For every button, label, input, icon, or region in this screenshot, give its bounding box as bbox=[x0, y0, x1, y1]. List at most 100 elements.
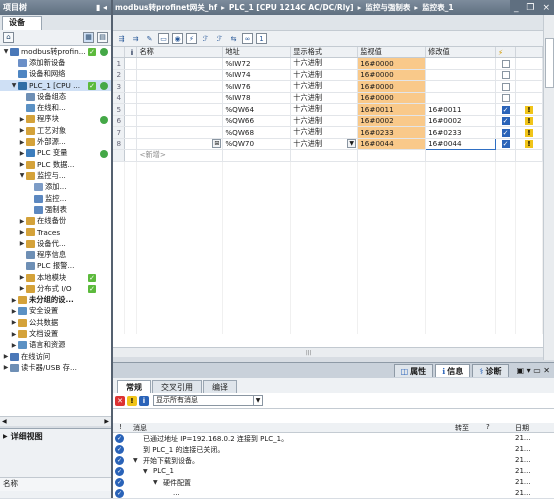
modify-checkbox[interactable] bbox=[501, 82, 510, 91]
modify-checkbox[interactable] bbox=[501, 94, 510, 103]
format-cell[interactable]: 十六进制 bbox=[290, 92, 359, 104]
format-cell[interactable]: 十六进制 bbox=[290, 126, 359, 139]
tree-item[interactable]: ▶ 公共数据 bbox=[0, 317, 111, 328]
table-view-icon[interactable]: ▦ bbox=[83, 32, 94, 43]
modify-value-cell[interactable] bbox=[425, 57, 497, 70]
new-row[interactable]: <新增> bbox=[113, 149, 543, 162]
pin-icon[interactable]: ▮ ◂ bbox=[96, 3, 107, 12]
modify-checkbox[interactable] bbox=[501, 71, 510, 80]
expand-right-icon[interactable]: ▶ bbox=[18, 161, 26, 168]
format-cell[interactable]: 十六进制 ▼ bbox=[290, 138, 359, 150]
modify-value-cell[interactable] bbox=[425, 69, 497, 81]
subtab-compile[interactable]: 编译 bbox=[203, 380, 237, 393]
tree-item[interactable]: ▶ 安全设置 bbox=[0, 306, 111, 317]
chevron-right-icon[interactable]: ▶ bbox=[3, 433, 8, 440]
modify-checkbox[interactable]: ✓ bbox=[501, 140, 510, 149]
tree-item[interactable]: ▶ 语言和资源 bbox=[0, 340, 111, 351]
breadcrumb-table[interactable]: 监控表_1 bbox=[422, 2, 453, 13]
expand-right-icon[interactable]: ▶ bbox=[10, 331, 18, 338]
format-cell[interactable]: 十六进制 bbox=[290, 80, 359, 93]
tab-properties[interactable]: ◫ 属性 bbox=[393, 364, 434, 377]
address-cell[interactable]: %IW72 bbox=[222, 57, 292, 70]
modify-checkbox[interactable] bbox=[501, 59, 510, 68]
home-icon[interactable]: ⌂ bbox=[3, 32, 14, 43]
scroll-left-icon[interactable]: ◀ bbox=[2, 418, 7, 425]
address-cell[interactable]: %IW74 bbox=[222, 69, 292, 81]
expand-right-icon[interactable]: ▶ bbox=[10, 319, 18, 326]
message-row[interactable]: ✓ ▼ 开始下载到设备。 21... bbox=[113, 455, 554, 466]
tree-item[interactable]: ▼ 监控与... bbox=[0, 170, 111, 181]
expand-right-icon[interactable]: ▶ bbox=[18, 139, 26, 146]
table-row[interactable]: 5 %QW64 十六进制 16#0011 16#0011 ✓! bbox=[113, 103, 543, 116]
name-cell[interactable] bbox=[136, 80, 224, 93]
subtab-general[interactable]: 常规 bbox=[117, 380, 151, 393]
tree-item[interactable]: 强制表 bbox=[0, 204, 111, 215]
scroll-right-icon[interactable]: ▶ bbox=[104, 418, 109, 425]
table-row[interactable]: 8 ⊞ %QW70 十六进制 ▼ 16#0044 16#0044 ✓! bbox=[113, 137, 543, 150]
tree-item[interactable]: ▶ 本地模块 ✓ bbox=[0, 272, 111, 283]
format-cell[interactable]: 十六进制 bbox=[290, 57, 359, 70]
modify-checkbox-cell[interactable] bbox=[495, 92, 516, 104]
chevron-down-icon[interactable]: ▼ bbox=[347, 138, 357, 148]
expand-right-icon[interactable]: ▶ bbox=[18, 218, 26, 225]
expand-right-icon[interactable]: ▶ bbox=[2, 353, 10, 360]
monitor-once-icon[interactable]: 1 bbox=[256, 33, 267, 44]
expand-right-icon[interactable]: ▶ bbox=[18, 285, 26, 292]
tree-item[interactable]: 设备组态 bbox=[0, 91, 111, 102]
address-cell[interactable]: %QW70 bbox=[222, 138, 292, 150]
expand-down-icon[interactable]: ▼ bbox=[2, 48, 10, 55]
warning-filter-icon[interactable]: ! bbox=[127, 395, 137, 406]
tab-devices[interactable]: 设备 bbox=[2, 16, 42, 30]
message-column-header[interactable]: 消息 bbox=[133, 423, 147, 433]
modify-checkbox[interactable]: ✓ bbox=[501, 128, 510, 137]
tab-diagnostics[interactable]: ⚕ 诊断 bbox=[472, 364, 509, 377]
table-row[interactable]: 4 %IW78 十六进制 16#0000 bbox=[113, 92, 543, 104]
format-cell[interactable]: 十六进制 bbox=[290, 69, 359, 81]
table-row[interactable]: 3 %IW76 十六进制 16#0000 bbox=[113, 80, 543, 93]
insert-row-icon[interactable]: ⇶ bbox=[116, 33, 127, 44]
expand-down-icon[interactable]: ▼ bbox=[133, 457, 138, 464]
table-row[interactable]: 1 %IW72 十六进制 16#0000 bbox=[113, 57, 543, 70]
tree-horizontal-scrollbar[interactable]: ◀ ▶ bbox=[0, 416, 111, 426]
modify-value-cell[interactable] bbox=[425, 92, 497, 104]
table-row[interactable]: 2 %IW74 十六进制 16#0000 bbox=[113, 69, 543, 81]
address-cell[interactable]: %QW64 bbox=[222, 103, 292, 116]
expand-down-icon[interactable]: ▼ bbox=[143, 468, 148, 475]
message-row[interactable]: ✓ 已通过地址 IP=192.168.0.2 连接到 PLC_1。 21... bbox=[113, 433, 554, 444]
modify-checkbox-cell[interactable] bbox=[495, 69, 516, 81]
tree-item[interactable]: ▶ 外部源... bbox=[0, 136, 111, 147]
error-filter-icon[interactable]: ✕ bbox=[115, 395, 125, 406]
table-row[interactable]: 7 %QW68 十六进制 16#0233 16#0233 ✓! bbox=[113, 126, 543, 139]
modify-checkbox-cell[interactable]: ✓ bbox=[495, 115, 516, 127]
modify-value-cell[interactable]: 16#0011 bbox=[425, 103, 497, 116]
breadcrumb-folder[interactable]: 监控与强制表 bbox=[365, 2, 410, 13]
expand-right-icon[interactable]: ▶ bbox=[18, 229, 26, 236]
tree-item[interactable]: ▶ 工艺对象 bbox=[0, 125, 111, 136]
grid-view-icon[interactable]: ▤ bbox=[97, 32, 108, 43]
breadcrumb-project[interactable]: modbus转profinet网关_hf bbox=[115, 2, 217, 13]
monitor-icon[interactable]: ◉ bbox=[172, 33, 183, 44]
modify-value-cell[interactable] bbox=[425, 80, 497, 93]
date-column-header[interactable]: 日期 bbox=[515, 423, 529, 433]
expand-right-icon[interactable]: ▶ bbox=[18, 116, 26, 123]
tree-item[interactable]: ▼ PLC_1 [CPU ... ✓ bbox=[0, 79, 111, 92]
modify-checkbox-cell[interactable]: ✓ bbox=[495, 138, 516, 150]
tree-item[interactable]: PLC 报警... bbox=[0, 261, 111, 272]
address-cell[interactable]: %IW76 bbox=[222, 80, 292, 93]
expand-down-icon[interactable]: ▼ bbox=[10, 82, 18, 89]
stop-force-icon[interactable]: ℱ bbox=[214, 33, 225, 44]
address-cell[interactable]: %QW68 bbox=[222, 126, 292, 139]
tree-item[interactable]: ▶ 在线备份 bbox=[0, 215, 111, 226]
force-icon[interactable]: ℱ bbox=[200, 33, 211, 44]
message-row[interactable]: ✓ ▼ PLC_1 21... bbox=[113, 466, 554, 477]
expand-right-icon[interactable]: ▶ bbox=[2, 364, 10, 371]
modify-checkbox-cell[interactable] bbox=[495, 57, 516, 70]
close-icon[interactable]: × bbox=[542, 3, 550, 13]
message-row[interactable]: ✓... 21... bbox=[113, 488, 554, 499]
tree-item[interactable]: ▼ modbus转profin... ✓ bbox=[0, 46, 111, 57]
task-card-tab[interactable] bbox=[545, 38, 554, 88]
tree-item[interactable]: 程序信息 bbox=[0, 249, 111, 260]
format-cell[interactable]: 十六进制 bbox=[290, 103, 359, 116]
tab-info[interactable]: ℹ 信息 bbox=[435, 364, 471, 377]
detail-view-header[interactable]: ▶ 详细视图 bbox=[0, 429, 111, 443]
